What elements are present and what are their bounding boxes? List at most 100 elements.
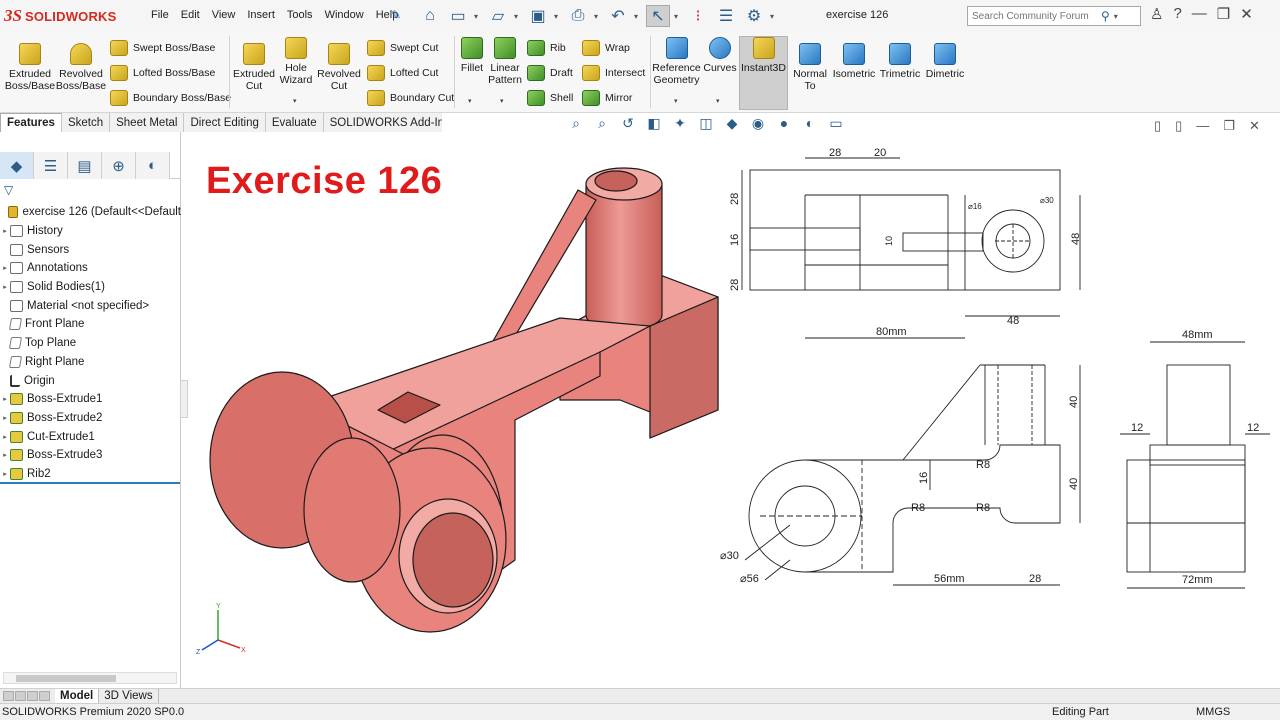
- tab-3d-views[interactable]: 3D Views: [99, 688, 159, 704]
- instant3d-button[interactable]: Instant3D: [739, 37, 788, 74]
- lofted-cut-button[interactable]: Lofted Cut: [367, 65, 438, 81]
- tree-item-rib2[interactable]: ▸ Rib2: [0, 465, 181, 484]
- options-dropdown-icon[interactable]: ▾: [770, 12, 778, 21]
- file-properties-icon[interactable]: ☰: [714, 5, 738, 27]
- select-dropdown-icon[interactable]: ▾: [674, 12, 682, 21]
- isometric-button[interactable]: Isometric: [831, 43, 877, 80]
- linear-pattern-button[interactable]: Linear Pattern: [487, 37, 523, 86]
- tab-model[interactable]: Model: [55, 688, 100, 704]
- view-orientation-icon[interactable]: ◫: [696, 115, 716, 132]
- menu-tools[interactable]: Tools: [287, 9, 313, 21]
- panel-splitter[interactable]: [180, 380, 188, 418]
- dimetric-button[interactable]: Dimetric: [922, 43, 968, 80]
- reference-geometry-button[interactable]: Reference Geometry: [652, 37, 701, 86]
- mirror-button[interactable]: Mirror: [582, 90, 632, 106]
- solidworks-logo[interactable]: 3S SOLIDWORKS: [4, 4, 132, 28]
- draft-button[interactable]: Draft: [527, 65, 573, 81]
- curves-button[interactable]: Curves: [703, 37, 737, 74]
- edit-appearance-icon[interactable]: ●: [774, 115, 794, 132]
- section-view-icon[interactable]: ◧: [644, 115, 664, 132]
- hide-show-icon[interactable]: ◉: [748, 115, 768, 132]
- normal-to-button[interactable]: Normal To: [790, 43, 830, 92]
- tree-item-boss-extrude1[interactable]: ▸ Boss-Extrude1: [0, 390, 181, 409]
- next-tab-icon[interactable]: [27, 691, 38, 701]
- zoom-to-fit-icon[interactable]: ⌕: [566, 115, 586, 132]
- part-model[interactable]: [209, 167, 719, 633]
- search-input[interactable]: [972, 10, 1097, 22]
- swept-boss-button[interactable]: Swept Boss/Base: [110, 40, 215, 56]
- menu-view[interactable]: View: [212, 9, 236, 21]
- revolved-cut-button[interactable]: Revolved Cut: [316, 43, 362, 92]
- fillet-dropdown-icon[interactable]: ▾: [468, 97, 472, 105]
- pin-menu-icon[interactable]: ✎: [391, 8, 401, 22]
- menu-edit[interactable]: Edit: [181, 9, 200, 21]
- display-style-icon[interactable]: ◆: [722, 115, 742, 132]
- curves-dropdown-icon[interactable]: ▾: [716, 97, 720, 105]
- configurationmanager-tab-icon[interactable]: ▤: [68, 152, 102, 179]
- hole-wizard-dropdown-icon[interactable]: ▾: [293, 97, 297, 105]
- tree-item-sensors[interactable]: Sensors: [0, 240, 181, 259]
- trimetric-button[interactable]: Trimetric: [878, 43, 922, 80]
- tree-item-right-plane[interactable]: Right Plane: [0, 353, 181, 372]
- scrollbar-thumb[interactable]: [16, 675, 116, 682]
- tab-evaluate[interactable]: Evaluate: [266, 113, 324, 132]
- help-icon[interactable]: ?: [1173, 5, 1181, 23]
- tree-item-history[interactable]: ▸ History: [0, 222, 181, 241]
- menu-file[interactable]: File: [151, 9, 169, 21]
- rib-button[interactable]: Rib: [527, 40, 566, 56]
- dynamic-annotation-icon[interactable]: ✦: [670, 115, 690, 132]
- new-document-icon[interactable]: ▭: [446, 5, 470, 27]
- minimize-icon[interactable]: —: [1192, 5, 1207, 23]
- boundary-cut-button[interactable]: Boundary Cut: [367, 90, 454, 106]
- reference-geometry-dropdown-icon[interactable]: ▾: [674, 97, 678, 105]
- viewport-restore-icon[interactable]: ❐: [1223, 118, 1235, 134]
- save-icon[interactable]: ▣: [526, 5, 550, 27]
- search-dropdown-icon[interactable]: ▾: [1114, 12, 1118, 21]
- extruded-boss-button[interactable]: Extruded Boss/Base: [5, 43, 55, 92]
- tree-item-boss-extrude2[interactable]: ▸ Boss-Extrude2: [0, 409, 181, 428]
- featuremanager-tab-icon[interactable]: ◆: [0, 152, 34, 179]
- graphics-area[interactable]: 28 20 28 16 28 ⌀16 ⌀30 10 48 80mm 48 40 …: [188, 132, 1280, 688]
- fillet-button[interactable]: Fillet: [458, 37, 486, 74]
- viewport-close-icon[interactable]: ✕: [1249, 118, 1260, 134]
- filter-icon[interactable]: ▽: [4, 183, 13, 197]
- apply-scene-icon[interactable]: ◐: [800, 115, 820, 132]
- linear-pattern-dropdown-icon[interactable]: ▾: [500, 97, 504, 105]
- user-icon[interactable]: ♙: [1150, 5, 1163, 23]
- tree-item-annotations[interactable]: ▸ Annotations: [0, 259, 181, 278]
- new-dropdown-icon[interactable]: ▾: [474, 12, 482, 21]
- display-manager-tab-icon[interactable]: ◐: [136, 152, 170, 179]
- tree-item-material[interactable]: Material <not specified>: [0, 296, 181, 315]
- tree-root[interactable]: exercise 126 (Default<<Default: [0, 203, 181, 222]
- intersect-button[interactable]: Intersect: [582, 65, 645, 81]
- viewport-minimize-icon[interactable]: —: [1196, 118, 1209, 134]
- rebuild-icon[interactable]: ⁝: [686, 5, 710, 27]
- swept-cut-button[interactable]: Swept Cut: [367, 40, 438, 56]
- tree-item-top-plane[interactable]: Top Plane: [0, 334, 181, 353]
- save-dropdown-icon[interactable]: ▾: [554, 12, 562, 21]
- tree-item-origin[interactable]: Origin: [0, 371, 181, 390]
- wrap-button[interactable]: Wrap: [582, 40, 630, 56]
- undo-icon[interactable]: ↶: [606, 5, 630, 27]
- options-gear-icon[interactable]: ⚙: [742, 5, 766, 27]
- menu-insert[interactable]: Insert: [247, 9, 275, 21]
- first-tab-icon[interactable]: [3, 691, 14, 701]
- tree-item-boss-extrude3[interactable]: ▸ Boss-Extrude3: [0, 446, 181, 465]
- dimxpert-tab-icon[interactable]: ⊕: [102, 152, 136, 179]
- tree-item-solid-bodies[interactable]: ▸ Solid Bodies(1): [0, 278, 181, 297]
- propertymanager-tab-icon[interactable]: ☰: [34, 152, 68, 179]
- horizontal-scrollbar[interactable]: [3, 672, 177, 684]
- viewport-left-icon[interactable]: ▯: [1154, 118, 1161, 134]
- tab-features[interactable]: Features: [0, 113, 62, 132]
- boundary-boss-button[interactable]: Boundary Boss/Base: [110, 90, 231, 106]
- previous-view-icon[interactable]: ↺: [618, 115, 638, 132]
- tree-item-front-plane[interactable]: Front Plane: [0, 315, 181, 334]
- units-selector[interactable]: MMGS: [1196, 706, 1230, 718]
- select-cursor-icon[interactable]: ↖: [646, 5, 670, 27]
- revolved-boss-button[interactable]: Revolved Boss/Base: [56, 43, 106, 92]
- search-icon[interactable]: ⚲: [1101, 9, 1110, 23]
- tab-sketch[interactable]: Sketch: [62, 113, 111, 132]
- zoom-area-icon[interactable]: ⌕: [592, 115, 612, 132]
- print-dropdown-icon[interactable]: ▾: [594, 12, 602, 21]
- undo-dropdown-icon[interactable]: ▾: [634, 12, 642, 21]
